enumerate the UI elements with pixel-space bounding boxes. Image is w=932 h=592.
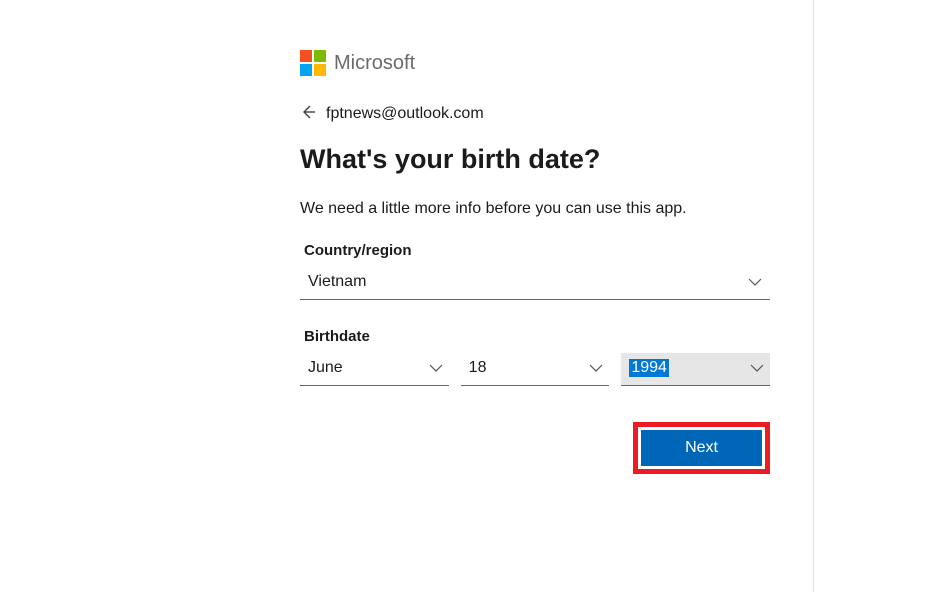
account-email-row: fptnews@outlook.com	[300, 104, 770, 124]
country-value: Vietnam	[308, 273, 366, 291]
year-value: 1994	[629, 359, 669, 377]
vertical-divider	[813, 0, 814, 592]
chevron-down-icon	[748, 275, 762, 289]
signup-panel: Microsoft fptnews@outlook.com What's you…	[300, 50, 770, 474]
microsoft-logo-icon	[300, 50, 326, 76]
birthdate-row: June 18 1994	[300, 353, 770, 386]
page-subtitle: We need a little more info before you ca…	[300, 197, 770, 220]
brand-row: Microsoft	[300, 50, 770, 76]
chevron-down-icon	[589, 361, 603, 375]
next-button[interactable]: Next	[641, 430, 762, 466]
page-title: What's your birth date?	[300, 144, 770, 175]
country-label: Country/region	[300, 242, 770, 259]
month-select[interactable]: June	[300, 353, 449, 386]
chevron-down-icon	[429, 361, 443, 375]
highlight-box: Next	[633, 422, 770, 474]
chevron-down-icon	[750, 361, 764, 375]
country-select[interactable]: Vietnam	[300, 267, 770, 300]
button-row: Next	[300, 422, 770, 474]
year-select[interactable]: 1994	[621, 353, 770, 386]
brand-name: Microsoft	[334, 52, 415, 75]
day-value: 18	[469, 359, 487, 377]
birthdate-label: Birthdate	[300, 328, 770, 345]
account-email: fptnews@outlook.com	[326, 105, 484, 123]
back-arrow-icon[interactable]	[300, 104, 316, 124]
day-select[interactable]: 18	[461, 353, 610, 386]
month-value: June	[308, 359, 343, 377]
